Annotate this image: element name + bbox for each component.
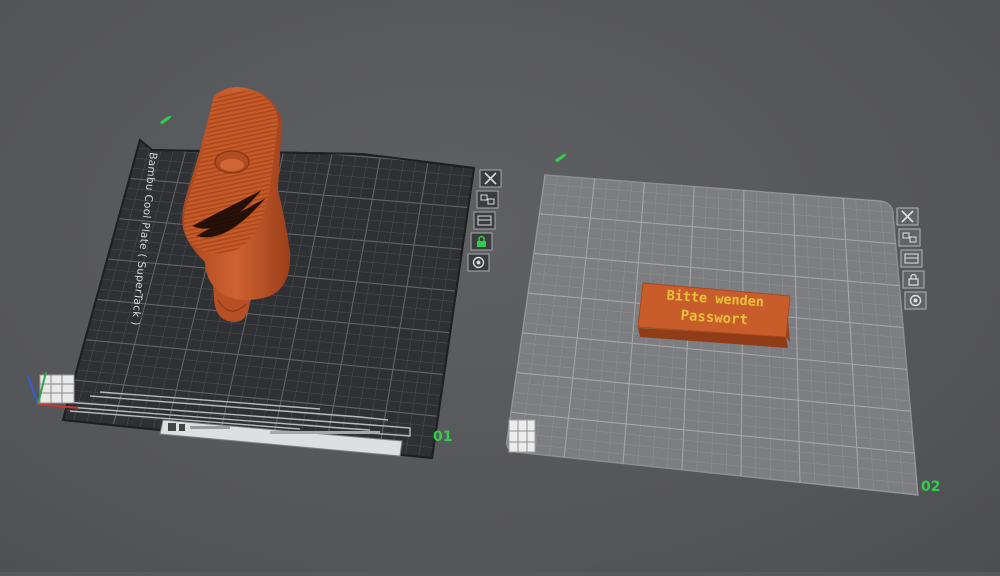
plate-02-arrange-icon[interactable] [898,228,921,247]
plate-01-edit-pencil-icon[interactable] [160,115,172,125]
plate-02-number: 02 [921,479,940,495]
plate-01-lock-icon[interactable] [470,232,493,251]
plate-01-settings-icon[interactable] [467,253,490,272]
plate-02-edit-pencil-icon[interactable] [555,153,567,163]
plate-02-toolbar [896,207,927,310]
plate-01-close-icon[interactable] [479,169,502,188]
plate-02-orient-icon[interactable] [900,249,923,268]
3d-viewport[interactable]: Bambu Cool Plate ( SuperTack ) 01 02 Bit… [0,0,1000,572]
plate-01-arrange-icon[interactable] [476,190,499,209]
plate-01-number: 01 [433,429,452,445]
plate-01[interactable]: Bambu Cool Plate ( SuperTack ) 01 [27,87,502,460]
plate-01-toolbar [467,169,502,272]
plate-01-orient-icon[interactable] [473,211,496,230]
plate-02-lock-icon[interactable] [902,270,925,289]
plate-02[interactable]: 02 Bitte wenden Passwort [505,153,940,496]
plate-02-settings-icon[interactable] [904,291,927,310]
plate-02-corner-marker [508,419,536,453]
plate-02-close-icon[interactable] [896,207,919,226]
